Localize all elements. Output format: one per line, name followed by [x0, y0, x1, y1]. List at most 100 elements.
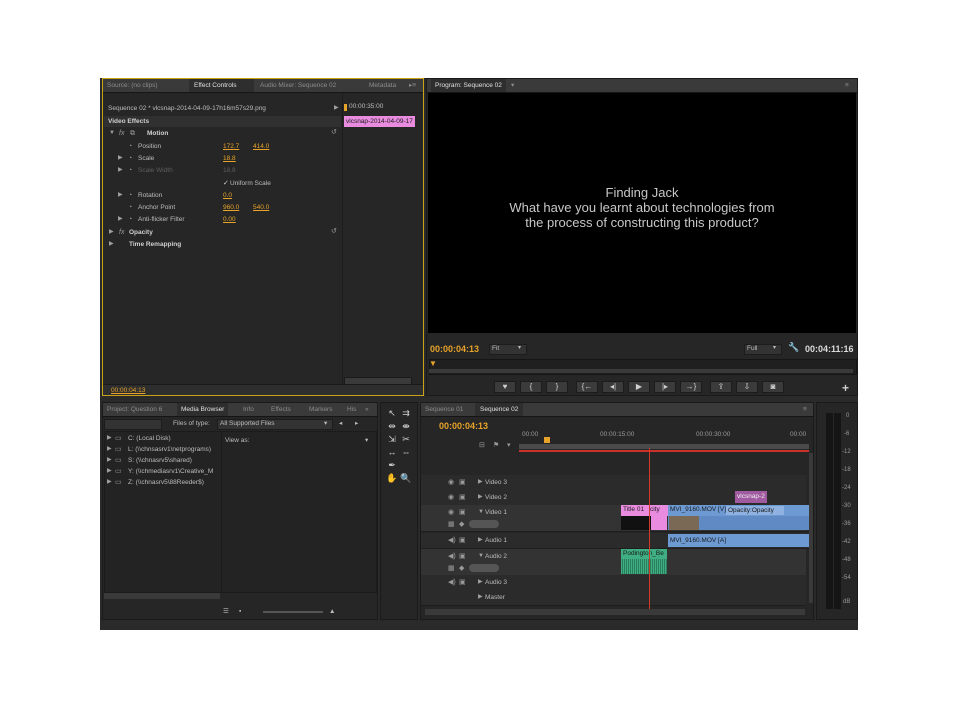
view-as-chevron-icon[interactable]: ▾: [365, 436, 368, 445]
tab-sequence-02[interactable]: Sequence 02: [475, 403, 524, 416]
hand-tool-icon[interactable]: ✋: [386, 472, 398, 484]
antiflicker-stopwatch-icon[interactable]: ◔: [128, 215, 132, 224]
clip-vlcsnap[interactable]: vlcsnap-2: [735, 491, 767, 503]
tab-program[interactable]: Program: Sequence 02: [431, 79, 506, 92]
tab-sequence-01[interactable]: Sequence 01: [425, 403, 463, 416]
rate-stretch-tool-icon[interactable]: ⇲: [386, 433, 398, 445]
clip-mvi-audio[interactable]: MVI_9160.MOV [A]: [668, 534, 810, 547]
v1-collapse-icon[interactable]: ▼: [478, 508, 484, 517]
wrench-icon[interactable]: 🔧: [788, 342, 799, 353]
razor-tool-icon[interactable]: ✂: [400, 433, 412, 445]
program-panel-menu-icon[interactable]: ≡: [845, 79, 849, 92]
drive-y-label[interactable]: Y: (\\chmediasrv1\Creative_M: [128, 467, 213, 476]
go-to-in-button[interactable]: {←: [576, 381, 598, 393]
opacity-fx-icon[interactable]: fx: [119, 228, 124, 237]
list-view-icon[interactable]: ☰: [223, 607, 229, 616]
a3-speaker-icon[interactable]: ◀): [448, 578, 456, 587]
work-area-bar[interactable]: [519, 444, 809, 449]
reset-motion-icon[interactable]: ↺: [331, 128, 337, 137]
rotation-value[interactable]: 0.0: [223, 191, 232, 200]
add-marker-icon[interactable]: ⚑: [493, 441, 499, 450]
add-button-icon[interactable]: +: [842, 381, 849, 395]
play-button[interactable]: ▶: [628, 381, 650, 393]
drive-l-expand-icon[interactable]: ▶: [107, 445, 112, 454]
opacity-expand-icon[interactable]: ▶: [109, 228, 114, 237]
scale-value[interactable]: 18.8: [223, 154, 236, 163]
icon-view-icon[interactable]: ▪: [239, 607, 241, 616]
motion-expand-icon[interactable]: ▼: [109, 129, 115, 138]
a2-collapse-icon[interactable]: ▼: [478, 552, 484, 561]
extract-button[interactable]: ⇩: [736, 381, 758, 393]
tab-info[interactable]: Info: [243, 403, 254, 416]
timeline-playhead-icon[interactable]: [544, 437, 550, 443]
v2-expand-icon[interactable]: ▶: [478, 493, 483, 502]
transform-icon[interactable]: ⧉: [130, 129, 135, 138]
time-remap-expand-icon[interactable]: ▶: [109, 240, 114, 249]
v3-eye-icon[interactable]: ◉: [448, 478, 454, 487]
rolling-edit-tool-icon[interactable]: ⇼: [400, 420, 412, 432]
v1-lock-icon[interactable]: ▣: [459, 508, 466, 517]
scale-stopwatch-icon[interactable]: ◔: [128, 154, 132, 163]
tab-source[interactable]: Source: (no clips): [107, 79, 158, 92]
go-to-out-button[interactable]: →}: [680, 381, 702, 393]
master-expand-icon[interactable]: ▶: [478, 593, 483, 602]
v1-eye-icon[interactable]: ◉: [448, 508, 454, 517]
position-stopwatch-icon[interactable]: ◔: [128, 142, 132, 151]
a1-expand-icon[interactable]: ▶: [478, 536, 483, 545]
antiflicker-expand-icon[interactable]: ▶: [118, 215, 123, 224]
timeline-panel-menu-icon[interactable]: ≡: [803, 403, 807, 416]
rotation-stopwatch-icon[interactable]: ◔: [128, 191, 132, 200]
pen-tool-icon[interactable]: ✒: [386, 459, 398, 471]
v1-keyframe-field[interactable]: [469, 520, 499, 528]
tab-effect-controls[interactable]: Effect Controls: [189, 79, 254, 92]
export-frame-button[interactable]: ◙: [762, 381, 784, 393]
tab-history[interactable]: His: [347, 403, 356, 416]
v1-keyframe-icon[interactable]: ◆: [459, 520, 464, 529]
clip-podington[interactable]: Podington_Be: [621, 549, 667, 559]
media-panel-overflow-icon[interactable]: »: [365, 403, 369, 416]
drive-c-expand-icon[interactable]: ▶: [107, 434, 112, 443]
v1-display-style-icon[interactable]: ▦: [448, 520, 455, 529]
anchor-y-value[interactable]: 540.0: [253, 203, 269, 212]
a2-keyframe-field[interactable]: [469, 564, 499, 572]
position-y-value[interactable]: 414.0: [253, 142, 269, 151]
drive-c-label[interactable]: C: (Local Disk): [128, 434, 171, 443]
nav-back-icon[interactable]: ◂: [339, 419, 342, 428]
v3-lock-icon[interactable]: ▣: [459, 478, 466, 487]
reset-opacity-icon[interactable]: ↺: [331, 227, 337, 236]
tab-media-browser[interactable]: Media Browser: [177, 403, 229, 416]
thumb-size-max-icon[interactable]: ▲: [329, 607, 335, 616]
marker-icon[interactable]: ▾: [507, 441, 511, 450]
fx-icon[interactable]: fx: [119, 129, 124, 138]
drive-l-label[interactable]: L: (\\chnsasrv1\netprograms): [128, 445, 211, 454]
mark-in-button[interactable]: {: [520, 381, 542, 393]
snap-icon[interactable]: ⊟: [479, 441, 485, 450]
a2-speaker-icon[interactable]: ◀): [448, 552, 456, 561]
clip-title-01[interactable]: Title 01: [621, 505, 649, 516]
drive-s-expand-icon[interactable]: ▶: [107, 456, 112, 465]
a2-lock-icon[interactable]: ▣: [459, 552, 466, 561]
add-marker-button[interactable]: ♥: [494, 381, 516, 393]
v2-eye-icon[interactable]: ◉: [448, 493, 454, 502]
drive-s-label[interactable]: S: (\\chnasrv5\shared): [128, 456, 192, 465]
ripple-edit-tool-icon[interactable]: ⇹: [386, 420, 398, 432]
program-dropdown-icon[interactable]: ▾: [511, 79, 514, 92]
selection-tool-icon[interactable]: ↖: [386, 407, 398, 419]
anchor-stopwatch-icon[interactable]: ◔: [128, 203, 132, 212]
program-playhead-icon[interactable]: ▼: [429, 359, 437, 368]
drive-z-expand-icon[interactable]: ▶: [107, 478, 112, 487]
anchor-x-value[interactable]: 960.0: [223, 203, 239, 212]
a1-lock-icon[interactable]: ▣: [459, 536, 466, 545]
ec-timecode-bottom[interactable]: 00:00:04:13: [111, 386, 145, 395]
track-select-tool-icon[interactable]: ⇉: [400, 407, 412, 419]
nav-forward-icon[interactable]: ▸: [355, 419, 358, 428]
antiflicker-value[interactable]: 0.00: [223, 215, 236, 224]
tab-metadata[interactable]: Metadata: [369, 79, 396, 92]
a3-expand-icon[interactable]: ▶: [478, 578, 483, 587]
timeline-v-scrollbar[interactable]: [809, 453, 813, 603]
rotation-expand-icon[interactable]: ▶: [118, 191, 123, 200]
tab-project[interactable]: Project: Question 6: [107, 403, 162, 416]
thumb-size-slider[interactable]: [263, 611, 323, 613]
mark-out-button[interactable]: }: [546, 381, 568, 393]
program-timecode-current[interactable]: 00:00:04:13: [430, 344, 479, 354]
